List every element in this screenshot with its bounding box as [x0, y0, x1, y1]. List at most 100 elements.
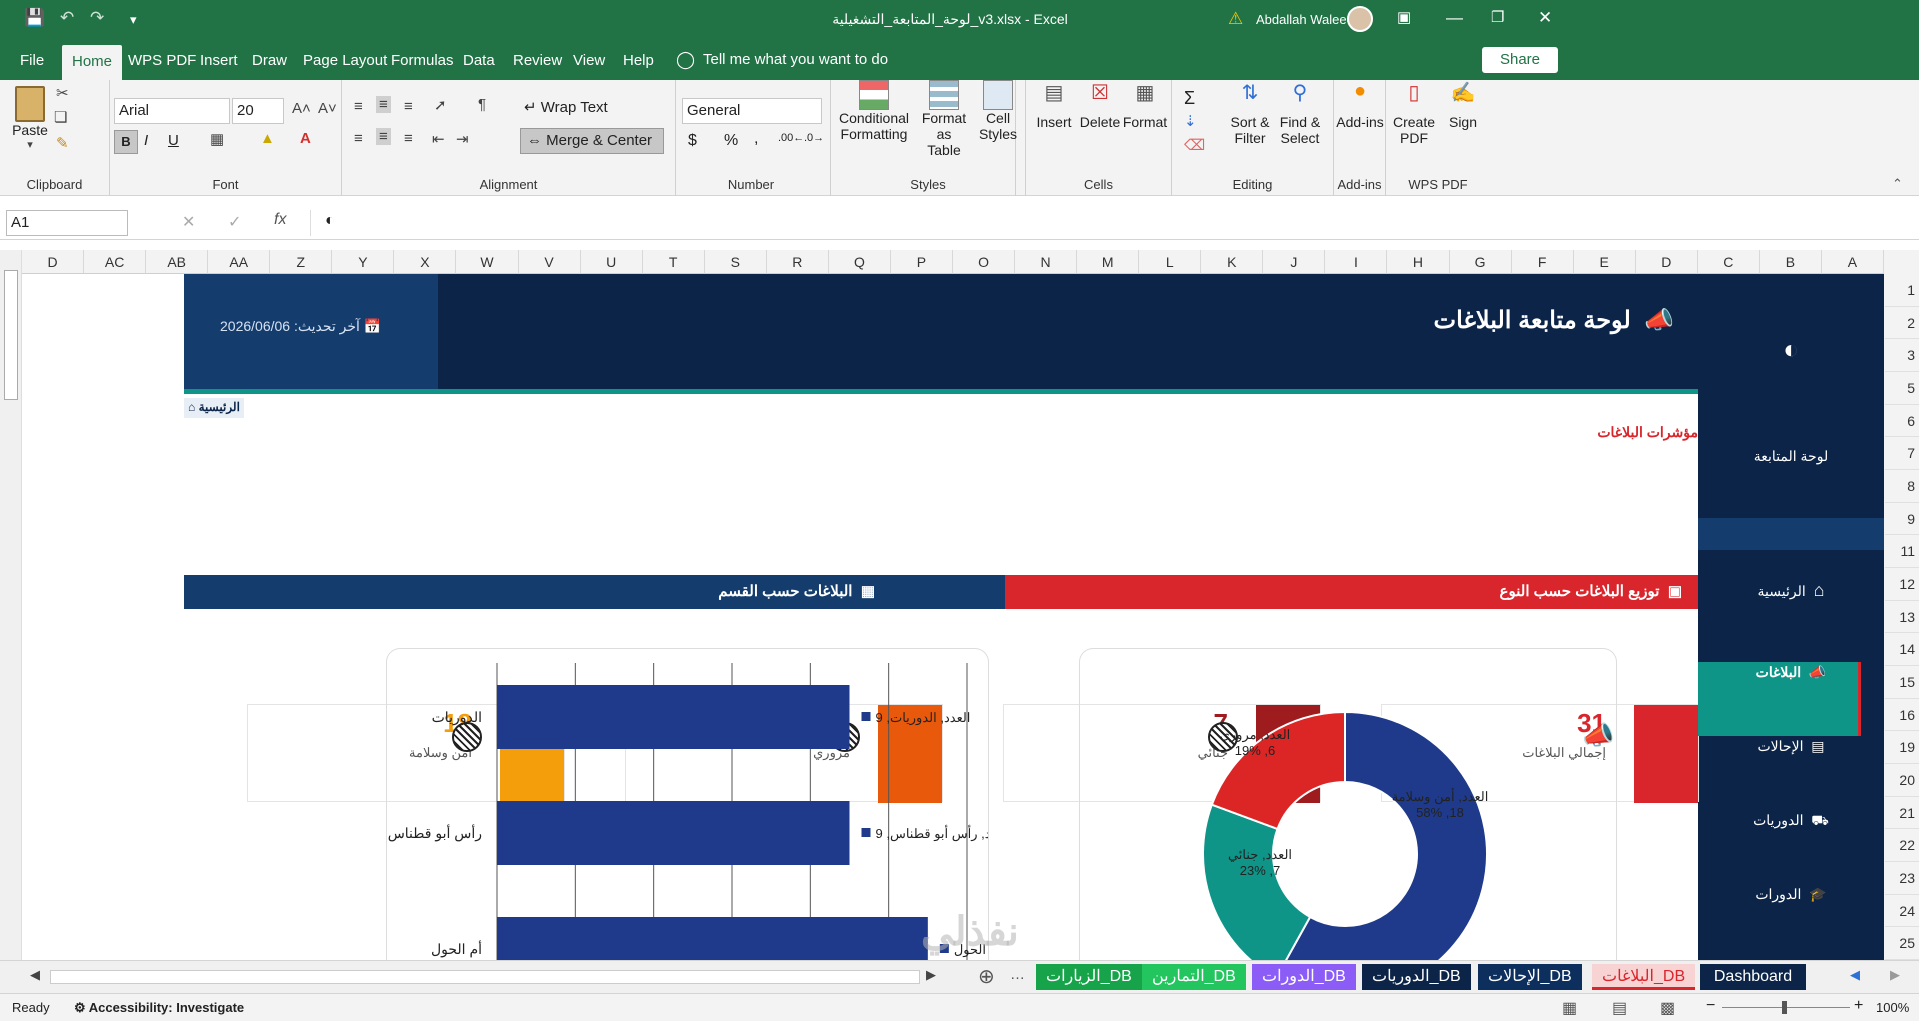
name-box[interactable]: A1	[6, 210, 128, 236]
zoom-in-icon[interactable]: +	[1854, 997, 1863, 1015]
row-header[interactable]: 13	[1885, 600, 1919, 634]
insert-cells-button[interactable]: ▤ Insert	[1032, 80, 1076, 130]
row-header[interactable]: 14	[1885, 633, 1919, 666]
find-select-button[interactable]: ⚲ Find & Select	[1276, 80, 1324, 146]
number-format-select[interactable]: General	[682, 98, 822, 124]
clear-icon[interactable]: ⌫	[1184, 136, 1205, 154]
delete-cells-button[interactable]: ☒ Delete	[1078, 80, 1122, 130]
addins-button[interactable]: ● Add-ins	[1334, 80, 1386, 130]
column-header[interactable]: A	[1821, 250, 1884, 274]
decrease-indent-icon[interactable]: ⇤	[432, 130, 445, 148]
create-pdf-button[interactable]: ▯ Create PDF	[1390, 80, 1438, 146]
row-header[interactable]: 9	[1885, 502, 1919, 536]
column-header[interactable]: S	[704, 250, 767, 274]
page-layout-view-icon[interactable]: ▤	[1612, 998, 1627, 1018]
scroll-left-icon[interactable]: ◀	[30, 967, 40, 983]
comma-button[interactable]: ,	[754, 130, 758, 148]
increase-indent-icon[interactable]: ⇥	[456, 130, 469, 148]
currency-button[interactable]: $	[688, 132, 697, 150]
row-header[interactable]: 24	[1885, 894, 1919, 928]
sheet-tab-courses[interactable]: الدورات_DB	[1252, 964, 1356, 990]
fill-icon[interactable]: ⇣	[1184, 112, 1197, 130]
sign-button[interactable]: ✍ Sign	[1440, 80, 1486, 130]
column-header[interactable]: E	[1573, 250, 1636, 274]
row-header[interactable]: 16	[1885, 698, 1919, 732]
text-direction-icon[interactable]: ¶	[478, 96, 486, 113]
align-right-icon[interactable]: ≡	[404, 130, 413, 147]
zoom-level[interactable]: 100%	[1876, 1000, 1909, 1015]
cell-styles-button[interactable]: Cell Styles	[973, 80, 1023, 142]
zoom-slider[interactable]	[1722, 1001, 1850, 1014]
sidebar-item-reports[interactable]: البلاغات 📣	[1698, 664, 1884, 681]
increase-font-icon[interactable]: A˄	[292, 100, 311, 117]
column-header[interactable]: M	[1077, 250, 1140, 274]
column-header[interactable]: P	[890, 250, 953, 274]
cut-icon[interactable]: ✂	[56, 84, 69, 102]
italic-button[interactable]: I	[144, 132, 148, 149]
tab-data[interactable]: Data	[453, 41, 505, 80]
borders-icon[interactable]: ▦	[210, 130, 224, 148]
row-header[interactable]: 6	[1885, 404, 1919, 438]
row-header[interactable]: 3	[1885, 339, 1919, 372]
align-center-icon[interactable]: ≡	[376, 128, 391, 145]
row-header[interactable]: 8	[1885, 470, 1919, 503]
underline-button[interactable]: U	[168, 132, 179, 149]
user-name[interactable]: Abdallah Waleed	[1256, 12, 1354, 27]
format-cells-button[interactable]: ▦ Format	[1122, 80, 1168, 130]
save-icon[interactable]: 💾	[24, 8, 45, 28]
corner-select-all[interactable]	[1884, 250, 1919, 274]
more-sheets-icon[interactable]: …	[1010, 966, 1025, 983]
share-button[interactable]: Share	[1482, 47, 1558, 73]
paste-dropdown-icon[interactable]: ▾	[10, 138, 50, 151]
copy-icon[interactable]: ❏	[54, 108, 67, 126]
column-header[interactable]: B	[1759, 250, 1822, 274]
column-header[interactable]: L	[1139, 250, 1202, 274]
sidebar-item-patrols[interactable]: الدوريات ⛟	[1698, 812, 1884, 831]
row-header[interactable]: 23	[1885, 862, 1919, 895]
zoom-slider-thumb[interactable]	[1782, 1001, 1787, 1014]
row-header[interactable]: 1	[1885, 274, 1919, 307]
row-header[interactable]: 7	[1885, 437, 1919, 470]
column-header[interactable]: I	[1325, 250, 1388, 274]
zoom-out-icon[interactable]: −	[1706, 997, 1715, 1015]
page-break-view-icon[interactable]: ▩	[1660, 998, 1675, 1018]
row-header[interactable]: 2	[1885, 306, 1919, 340]
accessibility-status[interactable]: ⚙ Accessibility: Investigate	[74, 1000, 244, 1016]
format-as-table-button[interactable]: Format as Table	[915, 80, 973, 158]
enter-icon[interactable]: ✓	[228, 212, 241, 232]
increase-decimal-icon[interactable]: .00←	[778, 132, 804, 144]
normal-view-icon[interactable]: ▦	[1562, 998, 1577, 1018]
horizontal-scrollbar[interactable]	[50, 970, 920, 984]
column-header[interactable]: D	[1635, 250, 1698, 274]
vertical-scrollbar[interactable]	[0, 250, 22, 960]
column-header[interactable]: Q	[828, 250, 891, 274]
row-header[interactable]: 20	[1885, 764, 1919, 797]
column-header[interactable]: D	[22, 250, 85, 274]
scrollbar-thumb[interactable]	[4, 270, 18, 400]
tab-draw[interactable]: Draw	[242, 41, 297, 80]
sort-filter-button[interactable]: ⇅ Sort & Filter	[1228, 80, 1272, 146]
decrease-font-icon[interactable]: A˅	[318, 100, 337, 117]
column-header[interactable]: V	[518, 250, 581, 274]
wrap-text-button[interactable]: ↵ Wrap Text	[524, 98, 608, 116]
fill-color-icon[interactable]: ▲	[260, 130, 275, 147]
row-header[interactable]: 5	[1885, 372, 1919, 405]
cancel-icon[interactable]: ✕	[182, 212, 195, 232]
tab-help[interactable]: Help	[613, 41, 664, 80]
sheet-tab-reports[interactable]: البلاغات_DB	[1592, 964, 1696, 990]
sheet-tab-patrols[interactable]: الدوريات_DB	[1362, 964, 1471, 990]
tab-view[interactable]: View	[563, 41, 615, 80]
tab-file[interactable]: File	[10, 41, 54, 80]
font-name-select[interactable]: Arial	[114, 98, 230, 124]
column-header[interactable]: J	[1263, 250, 1326, 274]
avatar[interactable]	[1347, 6, 1373, 32]
autosum-icon[interactable]: Σ	[1184, 88, 1195, 109]
conditional-formatting-button[interactable]: Conditional Formatting	[837, 80, 911, 142]
prev-sheet-icon[interactable]: ◀	[1850, 967, 1860, 983]
minimize-icon[interactable]: —	[1446, 8, 1463, 28]
column-header[interactable]: H	[1387, 250, 1450, 274]
formula-input[interactable]: ◐	[310, 210, 1905, 236]
row-header[interactable]: 22	[1885, 829, 1919, 862]
ribbon-display-icon[interactable]: ▣	[1397, 8, 1411, 26]
tab-formulas[interactable]: Formulas	[381, 41, 464, 80]
